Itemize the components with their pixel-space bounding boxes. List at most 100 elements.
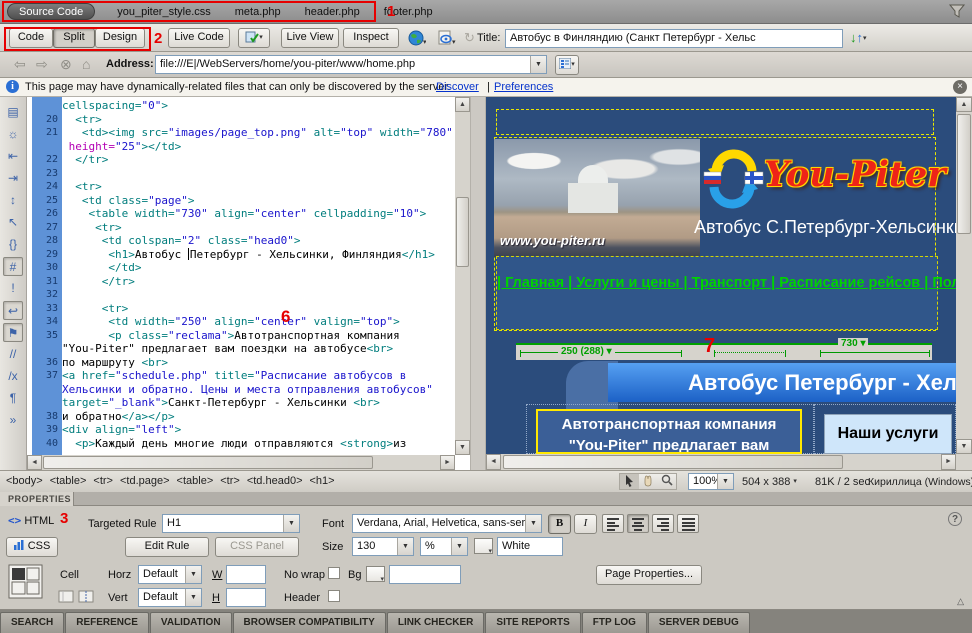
highlight-invalid-code-icon[interactable]: ! <box>3 279 23 298</box>
code-line-row[interactable]: 38и обратно</a></p> <box>27 410 439 424</box>
services-box[interactable]: Наши услуги <box>824 414 952 454</box>
results-tab[interactable]: SEARCH <box>0 612 64 633</box>
more-icon[interactable]: » <box>3 411 23 430</box>
results-tab[interactable]: SERVER DEBUG <box>648 612 750 633</box>
scrollbar-thumb[interactable] <box>456 197 469 267</box>
tag-selector-item[interactable]: <td.page> <box>120 475 170 487</box>
code-line-row[interactable]: 36по маршруту <br> <box>27 356 439 370</box>
code-view-button[interactable]: Code <box>9 28 53 48</box>
related-file-tab[interactable]: header.php <box>305 6 360 18</box>
stop-icon[interactable]: ⊗ <box>60 56 72 73</box>
code-line-text[interactable]: <tr> <box>62 302 128 316</box>
site-nav-link[interactable]: Услуги и цены <box>564 275 679 291</box>
tag-selector-item[interactable]: <h1> <box>310 475 335 487</box>
back-icon[interactable]: ⇦ <box>14 56 26 73</box>
targeted-rule-select[interactable]: H1▼ <box>162 514 300 533</box>
zoom-level-select[interactable]: 100%▼ <box>688 473 734 490</box>
align-left-button[interactable] <box>602 514 624 533</box>
css-panel-button[interactable]: CSS Panel <box>215 537 299 557</box>
size-select[interactable]: 130▼ <box>352 537 414 556</box>
code-line-text[interactable]: <td><img src="images/page_top.png" alt="… <box>62 126 453 140</box>
code-line-row[interactable]: 31 </tr> <box>27 275 439 289</box>
scroll-left-icon[interactable]: ◄ <box>486 454 501 470</box>
code-line-text[interactable]: <td class="page"> <box>62 194 194 208</box>
code-line-row[interactable]: 28 <td colspan="2" class="head0"> <box>27 234 439 248</box>
code-line-text[interactable]: <td colspan="2" class="head0"> <box>62 234 300 248</box>
promo-box[interactable]: Автотранспортная компания "You-Piter" пр… <box>536 409 802 454</box>
expand-all-icon[interactable]: ↕ <box>3 191 23 210</box>
pane-splitter[interactable] <box>470 97 486 470</box>
file-management-icons[interactable]: ↓↑▾ <box>850 29 867 47</box>
cell-width-input[interactable] <box>226 565 266 584</box>
inspect-button[interactable]: Inspect <box>343 28 399 48</box>
code-line-row[interactable]: 27 <tr> <box>27 221 439 235</box>
tag-selector-item[interactable]: <tr> <box>220 475 240 487</box>
tag-selector-item[interactable]: <tr> <box>93 475 113 487</box>
discover-link[interactable]: Discover <box>436 81 479 93</box>
table-width-730-label[interactable]: 730 ▾ <box>838 338 868 350</box>
results-tab[interactable]: REFERENCE <box>65 612 149 633</box>
scroll-right-icon[interactable]: ► <box>941 454 956 470</box>
code-line-text[interactable]: <a href="schedule.php" title="Расписание… <box>62 369 406 383</box>
scroll-up-icon[interactable]: ▲ <box>956 97 972 112</box>
hand-tool-icon[interactable] <box>639 474 658 489</box>
code-vertical-scrollbar[interactable]: ▲ ▼ <box>455 97 470 455</box>
code-line-row[interactable]: 34 <td width="250" align="center" valign… <box>27 315 439 329</box>
bg-color-swatch[interactable] <box>366 566 385 582</box>
results-tab[interactable]: VALIDATION <box>150 612 232 633</box>
bg-color-input[interactable] <box>389 565 461 584</box>
page-heading-banner[interactable]: Автобус Петербург - Хельсинки <box>608 363 956 402</box>
code-line-row[interactable]: 24 <tr> <box>27 180 439 194</box>
code-line-text[interactable]: </tr> <box>62 275 135 289</box>
justify-button[interactable] <box>677 514 699 533</box>
related-file-tab[interactable]: you_piter_style.css <box>117 6 211 18</box>
open-documents-icon[interactable]: ▤ <box>3 103 23 122</box>
scroll-right-icon[interactable]: ► <box>440 455 455 470</box>
results-tab[interactable]: SITE REPORTS <box>485 612 580 633</box>
source-code-tab[interactable]: Source Code <box>7 3 95 20</box>
code-line-text[interactable]: <tr> <box>62 113 102 127</box>
results-tab[interactable]: LINK CHECKER <box>387 612 485 633</box>
edit-rule-button[interactable]: Edit Rule <box>125 537 209 557</box>
scrollbar-thumb[interactable] <box>957 114 971 234</box>
header-checkbox[interactable] <box>328 590 340 602</box>
column-width-250-label[interactable]: 250 (288) ▾ <box>558 346 615 358</box>
preview-in-browser-globe-icon[interactable]: ▾ <box>408 30 426 46</box>
align-center-button[interactable] <box>627 514 649 533</box>
tag-selector-item[interactable]: <table> <box>50 475 87 487</box>
scroll-up-icon[interactable]: ▲ <box>455 97 470 112</box>
split-view-button[interactable]: Split <box>53 28 95 48</box>
remove-comment-icon[interactable]: /x <box>3 367 23 386</box>
font-select[interactable]: Verdana, Arial, Helvetica, sans-serif▼ <box>352 514 542 533</box>
address-dropdown-icon[interactable]: ▼ <box>530 56 546 73</box>
design-view-button[interactable]: Design <box>95 28 145 48</box>
code-horizontal-scrollbar[interactable]: ◄ ► <box>27 455 455 470</box>
design-view[interactable]: You-Piter Автобус С.Петербург-Хельсинки … <box>486 97 972 470</box>
view-options-button[interactable]: ▾ <box>555 55 579 75</box>
code-line-row[interactable]: 32 <box>27 288 439 302</box>
code-line-row[interactable]: height="25"></td> <box>27 140 439 154</box>
address-value[interactable]: file:///E|/WebServers/home/you-piter/www… <box>156 56 546 70</box>
zoom-tool-icon[interactable] <box>657 474 676 489</box>
design-horizontal-scrollbar[interactable]: ◄ ► <box>486 454 956 470</box>
code-line-row[interactable]: cellspacing="0"> <box>27 99 439 113</box>
validate-page-icon[interactable]: ▾ <box>438 30 458 46</box>
code-view[interactable]: cellspacing="0"> 20 <tr> 21 <td><img src… <box>27 97 470 470</box>
align-right-button[interactable] <box>652 514 674 533</box>
code-line-text[interactable]: <td width="250" align="center" valign="t… <box>62 315 400 329</box>
site-nav-link[interactable]: Расписание рейсов <box>767 275 920 291</box>
balance-braces-icon[interactable]: {} <box>3 235 23 254</box>
horz-align-select[interactable]: Default▼ <box>138 565 202 584</box>
address-input[interactable]: file:///E|/WebServers/home/you-piter/www… <box>155 55 547 74</box>
code-line-text[interactable]: <p class="reclama">Автотранспортная комп… <box>62 329 400 343</box>
page-properties-button[interactable]: Page Properties... <box>596 565 702 585</box>
code-line-row[interactable]: "You-Piter" предлагает вам поездки на ав… <box>27 342 439 356</box>
no-wrap-checkbox[interactable] <box>328 567 340 579</box>
results-tab[interactable]: FTP LOG <box>582 612 647 633</box>
forward-icon[interactable]: ⇨ <box>36 56 48 73</box>
format-source-code-icon[interactable]: ¶ <box>3 389 23 408</box>
live-code-button[interactable]: Live Code <box>168 28 230 48</box>
check-browser-compat-button[interactable]: ▾ <box>238 28 270 48</box>
code-line-row[interactable]: 23 <box>27 167 439 181</box>
text-color-input[interactable]: White <box>497 537 563 556</box>
